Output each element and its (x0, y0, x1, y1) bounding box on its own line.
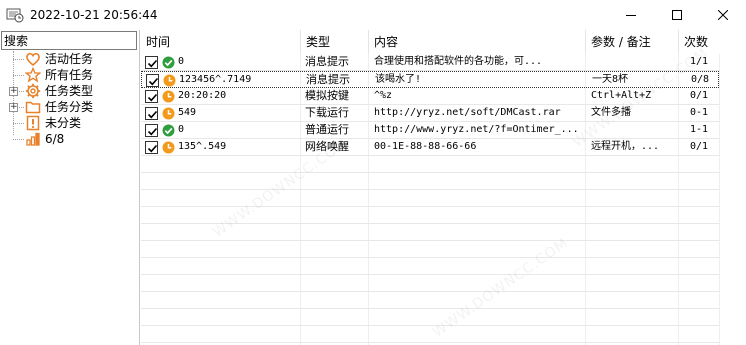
expand-button[interactable]: + (9, 103, 18, 112)
cell-params: 远程开机，... (591, 141, 660, 152)
cell-count: 0-1 (689, 107, 709, 118)
clock-status-icon (162, 141, 175, 154)
close-button[interactable] (700, 0, 746, 30)
expand-button[interactable]: + (9, 87, 18, 96)
minimize-button[interactable] (608, 0, 654, 30)
maximize-button[interactable] (654, 0, 700, 30)
star-icon (25, 67, 41, 83)
tree-item-label: 任务类型 (45, 84, 94, 98)
cell-params (591, 54, 677, 70)
column-header-params[interactable]: 参数 / 备注 (586, 30, 679, 54)
table-row[interactable]: 0 消息提示 合理使用和搭配软件的各功能，可... 1/1 (141, 54, 719, 71)
minimize-icon (626, 15, 636, 16)
tree-item-stats[interactable]: 6/8 (0, 131, 140, 147)
cell-content: 00-1E-88-88-66-66 (374, 141, 477, 152)
table-row[interactable]: 135^.549 网络唤醒 00-1E-88-88-66-66 远程开机，... 0/1 (141, 139, 719, 156)
tree-item-all-tasks[interactable]: 所有任务 (0, 67, 140, 83)
row-checkbox[interactable] (145, 90, 158, 103)
cell-count: 0/1 (689, 141, 709, 152)
cell-count: 0/1 (689, 90, 709, 101)
column-header-content[interactable]: 内容 (369, 30, 586, 54)
tree-item-label: 未分类 (45, 116, 82, 130)
cell-content: 该喝水了! (375, 74, 422, 85)
empty-row-line (141, 325, 719, 326)
clock-status-icon (162, 90, 175, 103)
gear-icon (25, 83, 41, 99)
tree-item-active-tasks[interactable]: 活动任务 (0, 51, 140, 67)
cell-type: 下载运行 (305, 106, 349, 119)
column-header-time[interactable]: 时间 (141, 30, 301, 54)
clock-status-icon (162, 107, 175, 120)
close-icon (718, 10, 728, 20)
grid-header: 时间 类型 内容 参数 / 备注 次数 (141, 30, 746, 54)
tree-item-label: 所有任务 (45, 68, 94, 82)
sidebar: 活动任务 所有任务 + 任务类型 (0, 30, 140, 345)
empty-row-line (141, 172, 719, 173)
cell-time: 549 (178, 107, 197, 118)
empty-row-line (141, 291, 719, 292)
cell-type: 模拟按键 (305, 89, 349, 102)
cell-count: 1-1 (689, 124, 709, 135)
clock-status-icon (163, 74, 176, 87)
exclamation-icon (26, 115, 40, 131)
cell-type: 消息提示 (306, 73, 350, 86)
bar-chart-icon (26, 132, 40, 146)
cell-content: http://yryz.net/soft/DMCast.rar (374, 107, 561, 118)
app-icon (6, 8, 24, 23)
tree-item-label: 任务分类 (45, 100, 94, 114)
empty-row-line (141, 240, 719, 241)
empty-row-line (141, 206, 719, 207)
empty-row-line (141, 257, 719, 258)
cell-time: 135^.549 (178, 141, 227, 152)
cell-time: 123456^.7149 (179, 74, 252, 85)
row-checkbox[interactable] (145, 124, 158, 137)
cell-type: 普通运行 (305, 123, 349, 136)
window-title: 2022-10-21 20:56:44 (30, 8, 158, 22)
cell-time: 0 (178, 124, 185, 135)
tree-item-label: 6/8 (45, 132, 65, 146)
empty-row-line (141, 274, 719, 275)
row-checkbox[interactable] (145, 107, 158, 120)
cell-type: 消息提示 (305, 55, 349, 68)
title-bar: 2022-10-21 20:56:44 (0, 0, 746, 30)
table-row[interactable]: 0 普通运行 http://www.yryz.net/?f=Ontimer_... 1… (141, 122, 719, 139)
empty-row-line (141, 342, 719, 343)
table-row[interactable]: 123456^.7149 消息提示 该喝水了! 一天8杯 0/8 (141, 71, 719, 88)
tree-item-uncategorized[interactable]: 未分类 (0, 115, 140, 131)
cell-content: http://www.yryz.net/?f=Ontimer_... (374, 124, 579, 135)
row-checkbox[interactable] (145, 56, 158, 69)
folder-icon (25, 101, 41, 114)
empty-row-line (141, 189, 719, 190)
cell-content: 合理使用和搭配软件的各功能，可... (374, 56, 543, 67)
check-status-icon (162, 124, 175, 137)
row-checkbox[interactable] (146, 74, 159, 87)
heart-icon (26, 52, 40, 67)
row-checkbox[interactable] (145, 141, 158, 154)
search-input[interactable] (1, 31, 137, 50)
maximize-icon (672, 10, 682, 20)
check-status-icon (162, 56, 175, 69)
column-header-type[interactable]: 类型 (301, 30, 369, 54)
tree-item-task-categories[interactable]: + 任务分类 (0, 99, 140, 115)
tree-item-task-types[interactable]: + 任务类型 (0, 83, 140, 99)
tree-item-label: 活动任务 (45, 52, 94, 66)
cell-time: 20:20:20 (178, 90, 227, 101)
client-area: 活动任务 所有任务 + 任务类型 (0, 30, 746, 345)
empty-row-line (141, 308, 719, 309)
cell-time: 0 (178, 56, 185, 67)
cell-content: ^%z (374, 90, 393, 101)
